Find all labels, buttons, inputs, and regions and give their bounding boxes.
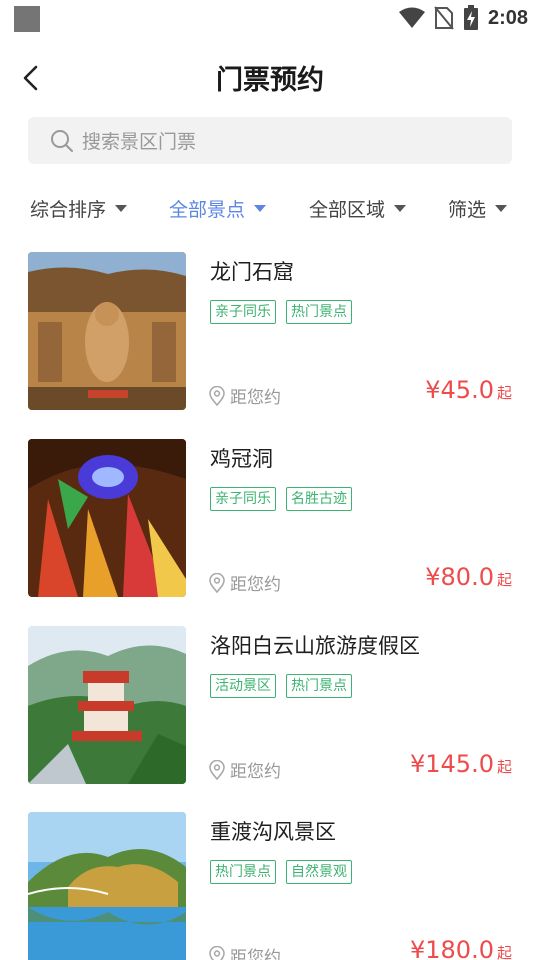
status-bar: 2:08 bbox=[0, 0, 540, 36]
no-sim-icon bbox=[434, 6, 454, 30]
distance: 距您约 bbox=[208, 757, 281, 782]
attraction-name: 鸡冠洞 bbox=[210, 447, 273, 471]
price-value: ¥45.0 bbox=[425, 376, 494, 404]
location-pin-icon bbox=[209, 759, 225, 780]
tag: 亲子同乐 bbox=[210, 487, 276, 511]
distance-label: 距您约 bbox=[230, 762, 281, 782]
price: ¥180.0 起 bbox=[410, 936, 512, 960]
price-unit: 起 bbox=[496, 944, 512, 960]
filter-region-label: 全部区域 bbox=[309, 198, 386, 221]
price-unit: 起 bbox=[496, 571, 512, 589]
page-title: 门票预约 bbox=[216, 65, 324, 96]
header: 门票预约 bbox=[0, 50, 540, 104]
filter-screen[interactable]: 筛选 bbox=[448, 190, 508, 226]
battery-charging-icon bbox=[463, 5, 478, 30]
location-pin-icon bbox=[209, 572, 225, 593]
attraction-name: 洛阳白云山旅游度假区 bbox=[210, 634, 420, 658]
price: ¥145.0 起 bbox=[410, 750, 512, 778]
price: ¥80.0 起 bbox=[425, 563, 512, 591]
distance-label: 距您约 bbox=[230, 575, 281, 595]
distance: 距您约 bbox=[208, 943, 281, 960]
location-pin-icon bbox=[209, 945, 225, 960]
search-icon bbox=[51, 129, 73, 152]
caret-down-icon bbox=[115, 204, 128, 212]
attraction-name: 重渡沟风景区 bbox=[210, 820, 336, 844]
distance: 距您约 bbox=[208, 570, 281, 595]
list-item[interactable]: 洛阳白云山旅游度假区 活动景区 热门景点 距您约 ¥145.0 起 bbox=[28, 626, 512, 784]
status-icons: 2:08 bbox=[398, 5, 528, 31]
tag: 热门景点 bbox=[210, 860, 276, 884]
filter-scenic-spots-label: 全部景点 bbox=[169, 198, 246, 221]
attraction-image bbox=[28, 812, 186, 960]
price-value: ¥180.0 bbox=[410, 936, 494, 960]
filter-sort-label: 综合排序 bbox=[30, 198, 107, 221]
attraction-image bbox=[28, 252, 186, 410]
tag: 名胜古迹 bbox=[286, 487, 352, 511]
caret-down-icon bbox=[254, 204, 267, 212]
filter-bar: 综合排序 全部景点 全部区域 筛选 bbox=[0, 190, 540, 226]
distance: 距您约 bbox=[208, 383, 281, 408]
attraction-image bbox=[28, 626, 186, 784]
attraction-name: 龙门石窟 bbox=[210, 260, 294, 284]
filter-region[interactable]: 全部区域 bbox=[309, 190, 407, 226]
tag-group: 亲子同乐 热门景点 bbox=[210, 300, 352, 324]
distance-label: 距您约 bbox=[230, 388, 281, 408]
list-item[interactable]: 鸡冠洞 亲子同乐 名胜古迹 距您约 ¥80.0 起 bbox=[28, 439, 512, 597]
caret-down-icon bbox=[394, 204, 407, 212]
tag-group: 亲子同乐 名胜古迹 bbox=[210, 487, 352, 511]
notification-icon bbox=[14, 6, 40, 32]
filter-scenic-spots[interactable]: 全部景点 bbox=[169, 190, 267, 226]
tag: 活动景区 bbox=[210, 674, 276, 698]
attraction-image bbox=[28, 439, 186, 597]
tag-group: 活动景区 热门景点 bbox=[210, 674, 352, 698]
filter-screen-label: 筛选 bbox=[448, 198, 487, 221]
tag: 热门景点 bbox=[286, 674, 352, 698]
price: ¥45.0 起 bbox=[425, 376, 512, 404]
tag-group: 热门景点 自然景观 bbox=[210, 860, 352, 884]
price-unit: 起 bbox=[496, 758, 512, 776]
tag: 亲子同乐 bbox=[210, 300, 276, 324]
wifi-icon bbox=[398, 7, 425, 28]
caret-down-icon bbox=[495, 204, 508, 212]
distance-label: 距您约 bbox=[230, 948, 281, 960]
list-item[interactable]: 重渡沟风景区 热门景点 自然景观 距您约 ¥180.0 起 bbox=[28, 812, 512, 960]
filter-sort[interactable]: 综合排序 bbox=[30, 190, 128, 226]
tag: 自然景观 bbox=[286, 860, 352, 884]
price-value: ¥145.0 bbox=[410, 750, 494, 778]
price-unit: 起 bbox=[496, 384, 512, 402]
tag: 热门景点 bbox=[286, 300, 352, 324]
status-time: 2:08 bbox=[487, 6, 528, 29]
search-placeholder: 搜索景区门票 bbox=[82, 131, 197, 153]
location-pin-icon bbox=[209, 385, 225, 406]
list-item[interactable]: 龙门石窟 亲子同乐 热门景点 距您约 ¥45.0 起 bbox=[28, 252, 512, 410]
search-input[interactable]: 搜索景区门票 bbox=[28, 117, 512, 164]
price-value: ¥80.0 bbox=[425, 563, 494, 591]
